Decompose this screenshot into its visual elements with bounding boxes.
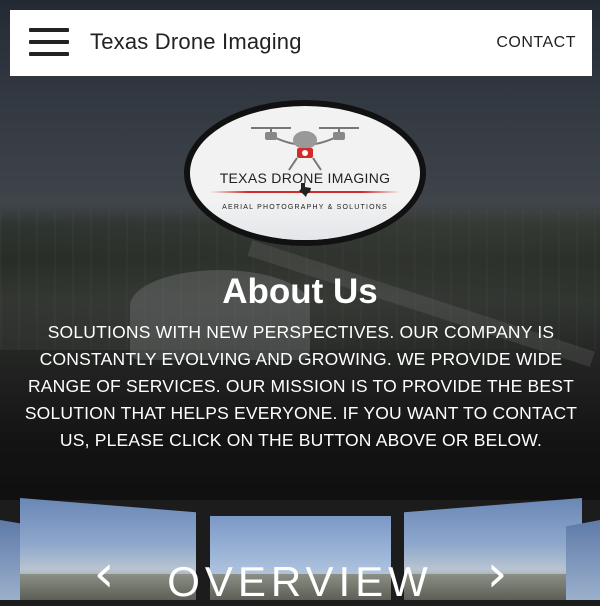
top-navigation-bar: Texas Drone Imaging CONTACT bbox=[10, 10, 592, 76]
about-heading: About Us bbox=[222, 272, 378, 311]
site-title[interactable]: Texas Drone Imaging bbox=[90, 29, 302, 55]
carousel-caption: OVERVIEW bbox=[167, 558, 433, 605]
hamburger-menu-icon[interactable] bbox=[29, 28, 69, 56]
texas-map-icon bbox=[299, 183, 311, 197]
company-logo: TEXAS DRONE IMAGING AERIAL PHOTOGRAPHY &… bbox=[184, 100, 426, 246]
logo-tagline: AERIAL PHOTOGRAPHY & SOLUTIONS bbox=[222, 204, 388, 211]
about-description: SOLUTIONS WITH NEW PERSPECTIVES. OUR COM… bbox=[24, 322, 578, 450]
drone-camera-icon bbox=[251, 127, 359, 171]
contact-link[interactable]: CONTACT bbox=[496, 34, 576, 52]
